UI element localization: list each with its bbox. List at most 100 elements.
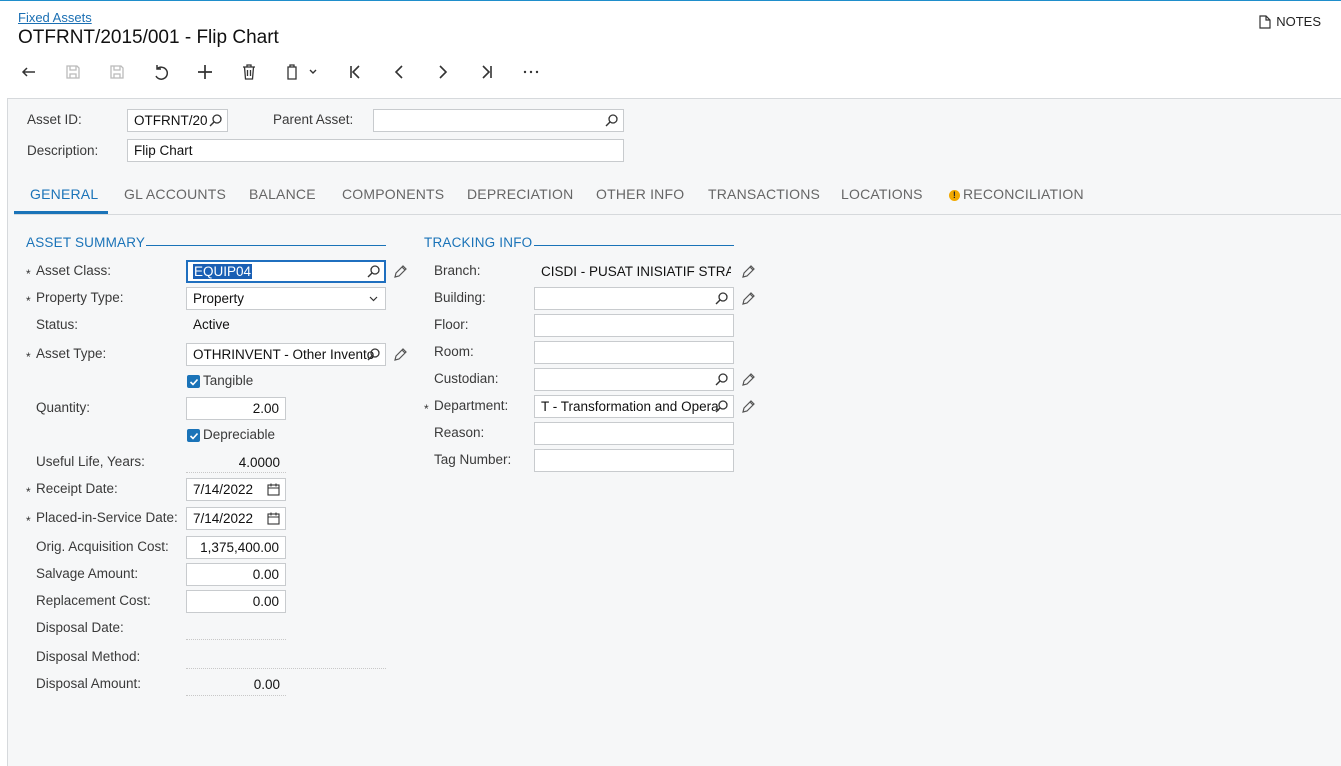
calendar-icon[interactable] [266, 511, 281, 526]
save-icon[interactable] [102, 58, 132, 86]
floor-field[interactable] [534, 314, 734, 337]
section-divider [534, 245, 734, 246]
search-icon[interactable] [366, 264, 381, 279]
building-field[interactable] [534, 287, 734, 310]
description-field[interactable]: Flip Chart [127, 139, 624, 162]
copy-paste-icon[interactable] [278, 58, 324, 86]
tab-reconciliation[interactable]: ! RECONCILIATION [949, 186, 1084, 202]
chevron-down-icon [369, 296, 378, 302]
orig-acquisition-cost-label: Orig. Acquisition Cost: [36, 539, 169, 554]
quantity-label: Quantity: [36, 400, 91, 415]
back-icon[interactable] [14, 58, 44, 86]
notes-label: NOTES [1276, 14, 1321, 29]
edit-pencil-icon[interactable] [393, 264, 408, 279]
tab-bar: GENERAL GL ACCOUNTS BALANCE COMPONENTS D… [14, 179, 1341, 215]
search-icon[interactable] [714, 399, 729, 414]
search-icon[interactable] [714, 372, 729, 387]
property-type-select[interactable]: Property [186, 287, 386, 310]
top-accent-line [0, 0, 1341, 1]
tab-other-info[interactable]: OTHER INFO [596, 186, 684, 202]
replacement-cost-label: Replacement Cost: [36, 593, 151, 608]
edit-pencil-icon[interactable] [393, 347, 408, 362]
department-field[interactable]: T - Transformation and Opera [534, 395, 734, 418]
field-underline [186, 472, 286, 473]
salvage-amount-field[interactable]: 0.00 [186, 563, 286, 586]
asset-type-label: Asset Type: [36, 346, 107, 361]
branch-label: Branch: [434, 263, 481, 278]
undo-icon[interactable] [146, 58, 176, 86]
tab-reconciliation-label: RECONCILIATION [963, 186, 1084, 202]
warning-icon: ! [949, 190, 960, 201]
status-label: Status: [36, 317, 79, 332]
save-close-icon[interactable] [58, 58, 88, 86]
placed-in-service-field[interactable]: 7/14/2022 [186, 507, 286, 530]
field-underline [186, 668, 386, 669]
last-record-icon[interactable] [472, 58, 502, 86]
required-marker: * [26, 485, 31, 499]
status-value: Active [193, 317, 230, 332]
more-icon[interactable] [516, 58, 546, 86]
branch-value: CISDI - PUSAT INISIATIF STRAT [541, 264, 731, 279]
receipt-date-field[interactable]: 7/14/2022 [186, 478, 286, 501]
asset-class-label: Asset Class: [36, 263, 112, 278]
tab-balance[interactable]: BALANCE [249, 186, 316, 202]
disposal-amount-value: 0.00 [253, 677, 280, 692]
department-label: Department: [434, 398, 509, 413]
edit-pencil-icon[interactable] [741, 291, 756, 306]
tab-components[interactable]: COMPONENTS [342, 186, 444, 202]
delete-icon[interactable] [234, 58, 264, 86]
disposal-method-label: Disposal Method: [36, 649, 141, 664]
tag-number-label: Tag Number: [434, 452, 512, 467]
tangible-checkbox[interactable] [187, 375, 200, 388]
previous-record-icon[interactable] [384, 58, 414, 86]
asset-type-field[interactable]: OTHRINVENT - Other Invento [186, 343, 386, 366]
required-marker: * [424, 402, 429, 416]
breadcrumb[interactable]: Fixed Assets [18, 10, 92, 25]
tab-locations[interactable]: LOCATIONS [841, 186, 923, 202]
calendar-icon[interactable] [266, 482, 281, 497]
tag-number-field[interactable] [534, 449, 734, 472]
field-underline [186, 639, 286, 640]
search-icon[interactable] [366, 347, 381, 362]
useful-life-value: 4.0000 [238, 455, 280, 470]
search-icon[interactable] [714, 291, 729, 306]
salvage-amount-label: Salvage Amount: [36, 566, 139, 581]
description-label: Description: [27, 143, 99, 158]
building-label: Building: [434, 290, 486, 305]
field-underline [186, 695, 286, 696]
asset-id-field[interactable]: OTFRNT/20 [127, 109, 228, 132]
notes-button[interactable]: NOTES [1259, 14, 1321, 29]
first-record-icon[interactable] [340, 58, 370, 86]
section-divider [146, 245, 386, 246]
required-marker: * [26, 267, 31, 281]
room-field[interactable] [534, 341, 734, 364]
form-panel: Asset ID: OTFRNT/20 Parent Asset: Descri… [7, 98, 1341, 766]
edit-pencil-icon[interactable] [741, 264, 756, 279]
tab-transactions[interactable]: TRANSACTIONS [708, 186, 820, 202]
tab-depreciation[interactable]: DEPRECIATION [467, 186, 573, 202]
parent-asset-field[interactable] [373, 109, 624, 132]
replacement-cost-field[interactable]: 0.00 [186, 590, 286, 613]
edit-pencil-icon[interactable] [741, 372, 756, 387]
tracking-info-title: TRACKING INFO [424, 235, 533, 250]
add-icon[interactable] [190, 58, 220, 86]
next-record-icon[interactable] [428, 58, 458, 86]
custodian-field[interactable] [534, 368, 734, 391]
tab-gl-accounts[interactable]: GL ACCOUNTS [124, 186, 226, 202]
reason-field[interactable] [534, 422, 734, 445]
search-icon[interactable] [208, 113, 223, 128]
required-marker: * [26, 514, 31, 528]
disposal-date-label: Disposal Date: [36, 620, 124, 635]
quantity-field[interactable]: 2.00 [186, 397, 286, 420]
depreciable-label: Depreciable [203, 427, 276, 442]
document-icon [1259, 14, 1271, 29]
depreciable-checkbox[interactable] [187, 429, 200, 442]
parent-asset-label: Parent Asset: [273, 112, 354, 127]
useful-life-label: Useful Life, Years: [36, 454, 145, 469]
required-marker: * [26, 350, 31, 364]
search-icon[interactable] [604, 113, 619, 128]
edit-pencil-icon[interactable] [741, 399, 756, 414]
orig-acquisition-cost-field[interactable]: 1,375,400.00 [186, 536, 286, 559]
tab-general[interactable]: GENERAL [30, 186, 98, 202]
asset-class-field[interactable]: EQUIP04 [186, 260, 386, 283]
